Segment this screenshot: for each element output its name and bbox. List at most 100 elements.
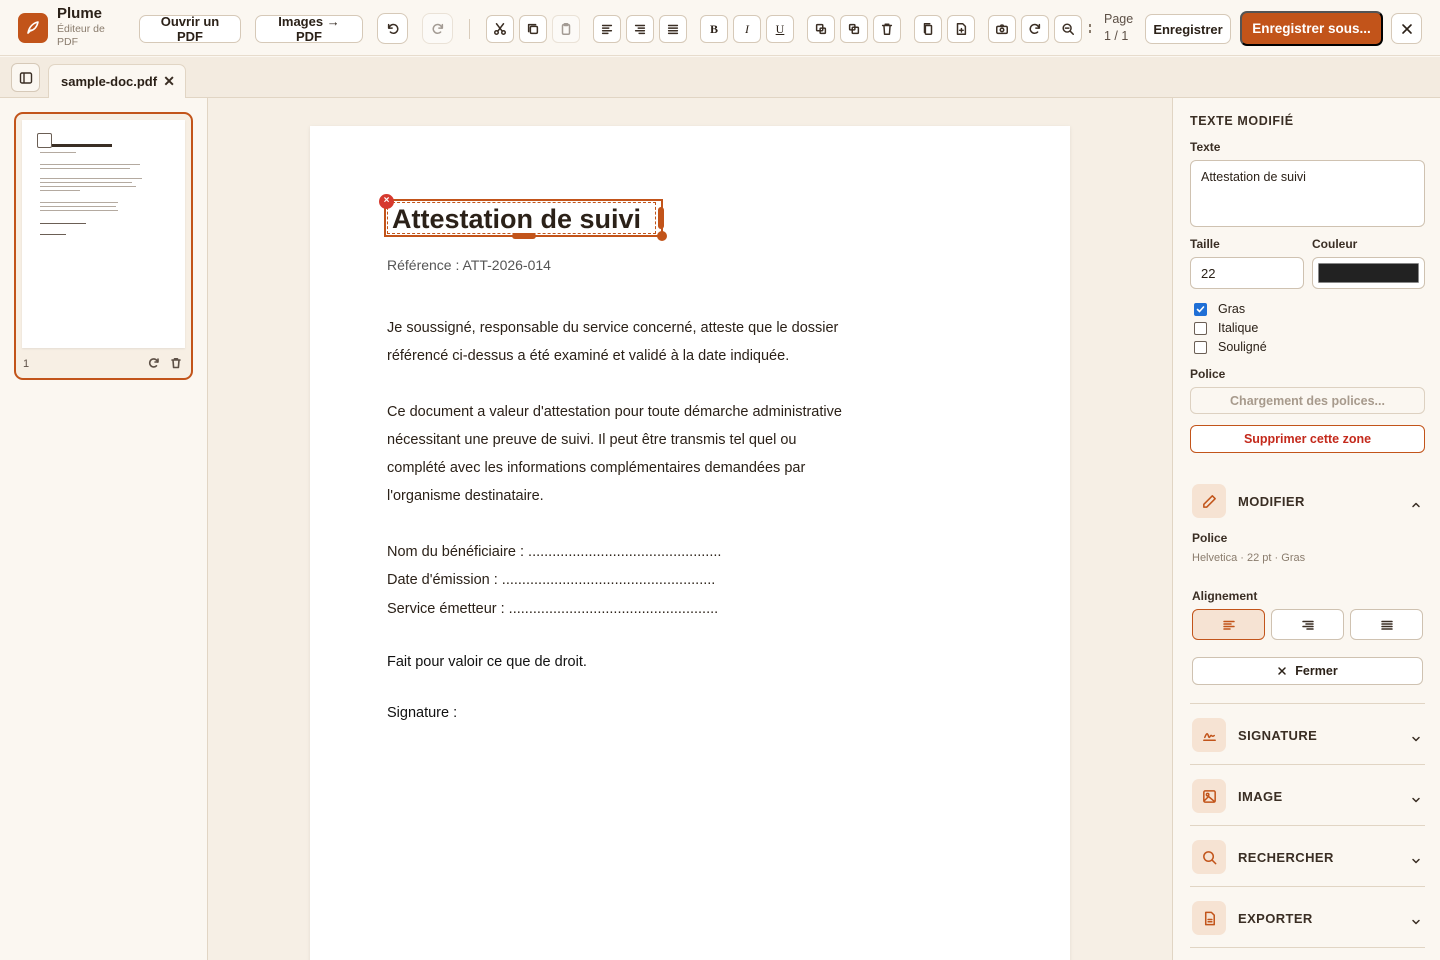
selected-text-zone[interactable]: Attestation de suivi × bbox=[379, 194, 667, 241]
document-title[interactable]: Attestation de suivi bbox=[392, 204, 641, 235]
toggle-sidebar-button[interactable] bbox=[11, 63, 40, 92]
tab-close-icon[interactable]: ✕ bbox=[163, 73, 175, 90]
bold-checkbox[interactable] bbox=[1194, 302, 1207, 316]
insert-page-button[interactable] bbox=[947, 15, 975, 43]
signature-label[interactable]: Signature : bbox=[387, 705, 457, 721]
document-canvas: Attestation de suivi × Référence : ATT-2… bbox=[208, 98, 1172, 960]
redo-button[interactable] bbox=[422, 13, 453, 44]
section-image-header[interactable]: IMAGE bbox=[1190, 767, 1425, 827]
field-beneficiary[interactable]: Nom du bénéficiaire : ..................… bbox=[387, 544, 721, 560]
save-as-button[interactable]: Enregistrer sous... bbox=[1240, 11, 1383, 46]
delete-element-button[interactable] bbox=[873, 15, 901, 43]
document-paragraph-line[interactable]: Je soussigné, responsable du service con… bbox=[387, 320, 838, 336]
align-left-option[interactable] bbox=[1192, 609, 1265, 640]
thumb-line bbox=[40, 206, 116, 207]
delete-page-button[interactable] bbox=[169, 356, 183, 370]
page-thumbnail[interactable]: 1 bbox=[14, 112, 193, 380]
text-content-input[interactable]: Attestation de suivi bbox=[1190, 160, 1425, 227]
field-issue-date[interactable]: Date d'émission : ......................… bbox=[387, 572, 715, 588]
close-icon bbox=[1278, 667, 1287, 675]
bold-option[interactable]: Gras bbox=[1194, 302, 1245, 316]
page-label: Page bbox=[1104, 12, 1134, 26]
underline-option[interactable]: Souligné bbox=[1194, 340, 1267, 354]
top-toolbar: Plume Éditeur de PDF Ouvrir un PDF Image… bbox=[0, 0, 1440, 56]
thumb-line bbox=[40, 210, 118, 211]
section-export-label: EXPORTER bbox=[1238, 911, 1313, 926]
feather-logo-icon bbox=[18, 13, 48, 43]
justify-button[interactable] bbox=[659, 15, 687, 43]
cut-button[interactable] bbox=[486, 15, 514, 43]
pencil-icon bbox=[1192, 484, 1226, 518]
section-export-header[interactable]: EXPORTER bbox=[1190, 889, 1425, 949]
closing-statement[interactable]: Fait pour valoir ce que de droit. bbox=[387, 654, 587, 670]
camera-icon bbox=[996, 24, 1008, 35]
italic-option[interactable]: Italique bbox=[1194, 321, 1258, 335]
align-left-icon bbox=[1222, 620, 1235, 630]
screenshot-button[interactable] bbox=[988, 15, 1016, 43]
document-reference[interactable]: Référence : ATT-2026-014 bbox=[387, 257, 551, 273]
section-search-header[interactable]: RECHERCHER bbox=[1190, 828, 1425, 888]
delete-zone-icon[interactable]: × bbox=[379, 194, 394, 209]
align-left-button[interactable] bbox=[593, 15, 621, 43]
chevron-down-icon bbox=[1411, 731, 1421, 742]
tab-label: sample-doc.pdf bbox=[61, 74, 158, 89]
section-image-label: IMAGE bbox=[1238, 789, 1283, 804]
italic-button[interactable]: I bbox=[733, 15, 761, 43]
chevron-down-icon bbox=[1411, 914, 1421, 925]
thumb-line bbox=[40, 202, 118, 203]
app-name: Plume bbox=[57, 5, 103, 22]
document-paragraph-line[interactable]: complété avec les informations complémen… bbox=[387, 460, 805, 476]
resize-corner-handle[interactable] bbox=[657, 231, 667, 241]
delete-zone-button[interactable]: Supprimer cette zone bbox=[1190, 425, 1425, 453]
justify-icon bbox=[1380, 620, 1393, 630]
rotate-icon bbox=[1029, 23, 1041, 34]
thumbnail-page-number: 1 bbox=[23, 358, 30, 370]
tab-sample-doc[interactable]: sample-doc.pdf ✕ bbox=[48, 64, 186, 98]
document-paragraph-line[interactable]: nécessitant une preuve de suivi. Il peut… bbox=[387, 432, 796, 448]
zoom-out-button[interactable] bbox=[1054, 15, 1082, 43]
text-color-picker[interactable] bbox=[1312, 257, 1425, 289]
color-swatch bbox=[1318, 263, 1419, 283]
close-modifier-button[interactable]: Fermer bbox=[1192, 657, 1423, 685]
align-right-button[interactable] bbox=[626, 15, 654, 43]
panel-heading: TEXTE MODIFIÉ bbox=[1190, 114, 1294, 128]
copy-button[interactable] bbox=[519, 15, 547, 43]
thumb-line bbox=[40, 164, 140, 165]
duplicate-page-button[interactable] bbox=[914, 15, 942, 43]
underline-checkbox[interactable] bbox=[1194, 340, 1207, 354]
close-document-button[interactable] bbox=[1391, 13, 1422, 44]
undo-button[interactable] bbox=[377, 13, 408, 44]
font-size-input[interactable] bbox=[1190, 257, 1304, 289]
justify-option[interactable] bbox=[1350, 609, 1423, 640]
rotate-button[interactable] bbox=[1021, 15, 1049, 43]
modifier-font-label: Police bbox=[1192, 531, 1228, 545]
open-pdf-button[interactable]: Ouvrir un PDF bbox=[139, 14, 241, 44]
underline-button[interactable]: U bbox=[766, 15, 794, 43]
align-right-option[interactable] bbox=[1271, 609, 1344, 640]
duplicate-page-icon bbox=[923, 23, 933, 35]
images-to-pdf-button[interactable]: Images → PDF bbox=[255, 14, 363, 44]
trash-icon bbox=[171, 358, 181, 369]
paste-button[interactable] bbox=[552, 15, 580, 43]
save-button[interactable]: Enregistrer bbox=[1145, 14, 1231, 44]
bring-forward-button[interactable] bbox=[807, 15, 835, 43]
field-issuing-service[interactable]: Service émetteur : .....................… bbox=[387, 601, 718, 617]
section-modifier-header[interactable]: MODIFIER bbox=[1190, 472, 1425, 532]
document-paragraph-line[interactable]: Ce document a valeur d'attestation pour … bbox=[387, 404, 842, 420]
document-paragraph-line[interactable]: référencé ci-dessus a été examiné et val… bbox=[387, 348, 789, 364]
send-backward-button[interactable] bbox=[840, 15, 868, 43]
resize-height-handle[interactable] bbox=[512, 233, 536, 239]
italic-checkbox[interactable] bbox=[1194, 321, 1207, 335]
toolbar-divider bbox=[1089, 30, 1091, 33]
section-signature-header[interactable]: SIGNATURE bbox=[1190, 706, 1425, 766]
bold-button[interactable]: B bbox=[700, 15, 728, 43]
thumbnail-preview bbox=[22, 120, 185, 348]
page-thumbnails-panel: 1 bbox=[0, 98, 208, 960]
undo-icon bbox=[387, 23, 398, 34]
thumbnail-select-checkbox[interactable] bbox=[37, 133, 52, 148]
document-paragraph-line[interactable]: l'organisme destinataire. bbox=[387, 488, 544, 504]
italic-option-label: Italique bbox=[1218, 321, 1259, 335]
resize-width-handle[interactable] bbox=[658, 207, 664, 229]
rotate-page-button[interactable] bbox=[147, 356, 161, 370]
font-select-loading[interactable]: Chargement des polices... bbox=[1190, 387, 1425, 414]
